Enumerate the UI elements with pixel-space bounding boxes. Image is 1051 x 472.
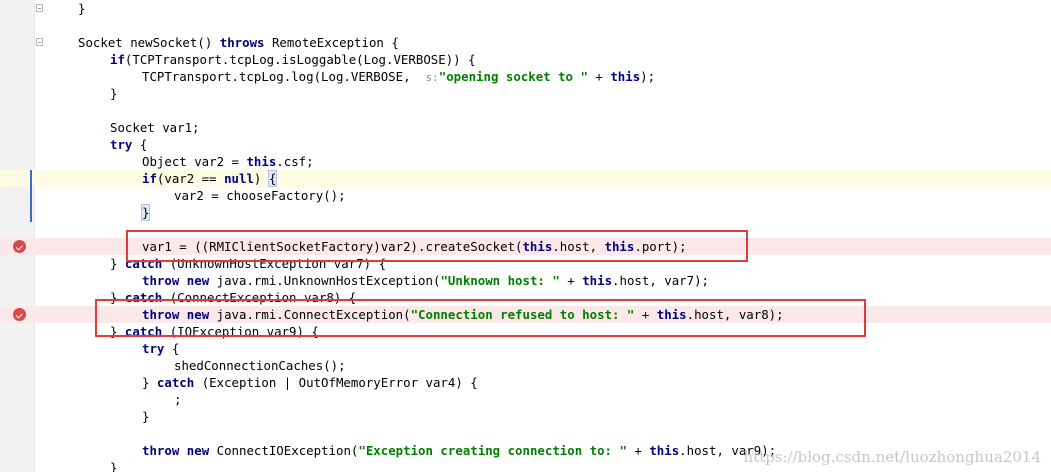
code-text: try { [110, 136, 147, 153]
code-line[interactable]: try { [0, 136, 1051, 153]
keyword-token: if [110, 52, 125, 67]
code-token: ); [640, 69, 656, 84]
breakpoint-icon[interactable] [13, 240, 26, 253]
matched-brace: { [267, 170, 278, 187]
code-token: shedConnectionCaches(); [174, 358, 346, 373]
code-line[interactable]: TCPTransport.tcpLog.log(Log.VERBOSE, s:"… [0, 68, 1051, 85]
code-token: java.rmi.UnknownHostException( [209, 273, 441, 288]
code-text: Object var2 = this.csf; [142, 153, 314, 170]
code-line[interactable]: } [0, 408, 1051, 425]
code-line[interactable]: } catch (Exception | OutOfMemoryError va… [0, 374, 1051, 391]
code-token: RemoteException { [264, 35, 399, 50]
keyword-token: this [649, 443, 680, 458]
code-token: .host, var7); [612, 273, 710, 288]
keyword-token: catch [156, 375, 195, 390]
string-token: "Exception creating connection to: " [358, 443, 627, 458]
code-token: } [78, 1, 86, 16]
code-token: (Exception | OutOfMemoryError var4) { [194, 375, 478, 390]
code-text: } [110, 459, 117, 472]
code-text: if(var2 == null) { [142, 170, 278, 187]
code-line[interactable]: } [0, 85, 1051, 102]
matched-brace: } [140, 204, 151, 221]
code-text: TCPTransport.tcpLog.log(Log.VERBOSE, s:"… [142, 68, 655, 86]
code-token: (TCPTransport.tcpLog.isLoggable(Log.VERB… [124, 52, 476, 67]
code-token: } [142, 375, 157, 390]
code-text: } catch (Exception | OutOfMemoryError va… [142, 374, 478, 391]
keyword-token: throw [142, 443, 180, 458]
code-line[interactable]: if(TCPTransport.tcpLog.isLoggable(Log.VE… [0, 51, 1051, 68]
code-line[interactable] [0, 17, 1051, 34]
code-text: shedConnectionCaches(); [174, 357, 346, 374]
code-token: (var2 == [156, 171, 225, 186]
code-token: } [110, 460, 118, 472]
code-token: + [626, 443, 650, 458]
keyword-token: try [142, 341, 165, 356]
keyword-token: null [224, 171, 254, 186]
code-text: } [78, 0, 85, 17]
code-line[interactable]: throw new java.rmi.UnknownHostException(… [0, 272, 1051, 289]
code-token: } [142, 409, 150, 424]
code-text: throw new ConnectIOException("Exception … [142, 442, 776, 459]
code-line[interactable]: Socket newSocket() throws RemoteExceptio… [0, 34, 1051, 51]
keyword-token: new [186, 443, 210, 458]
parameter-hint: s: [425, 71, 439, 84]
fold-icon[interactable] [36, 38, 43, 46]
code-editor[interactable]: } Socket newSocket() throws RemoteExcepti… [0, 0, 1051, 472]
keyword-token: this [582, 273, 613, 288]
code-token: Socket newSocket() [78, 35, 220, 50]
breakpoint-icon[interactable] [13, 308, 26, 321]
code-line[interactable]: shedConnectionCaches(); [0, 357, 1051, 374]
keyword-token: if [142, 171, 157, 186]
code-line[interactable] [0, 102, 1051, 119]
code-token: } [110, 256, 125, 271]
code-line[interactable]: Object var2 = this.csf; [0, 153, 1051, 170]
code-text: } [142, 408, 149, 425]
code-text: ; [174, 391, 181, 408]
code-token: Object var2 = [142, 154, 247, 169]
code-text: Socket newSocket() throws RemoteExceptio… [78, 34, 399, 51]
watermark-text: https://blog.csdn.net/luozhonghua2014 [743, 448, 1041, 466]
code-line[interactable]: } [0, 0, 1051, 17]
keyword-token: throw [142, 273, 180, 288]
code-token: } [110, 86, 118, 101]
keyword-token: this [610, 69, 641, 84]
code-line[interactable]: var2 = chooseFactory(); [0, 187, 1051, 204]
string-token: "Unknown host: " [440, 273, 560, 288]
highlight-box-connectexception [95, 299, 866, 337]
code-text: Socket var1; [110, 119, 200, 136]
change-marker [30, 170, 32, 222]
fold-icon[interactable] [36, 4, 43, 12]
code-line-current[interactable]: if(var2 == null) { [0, 170, 1051, 187]
code-token: ) [253, 171, 269, 186]
code-token: { [132, 137, 148, 152]
code-token: ; [174, 392, 182, 407]
code-line[interactable]: ; [0, 391, 1051, 408]
code-text: if(TCPTransport.tcpLog.isLoggable(Log.VE… [110, 51, 476, 68]
keyword-token: this [246, 154, 277, 169]
code-token: .csf; [276, 154, 314, 169]
code-line[interactable]: try { [0, 340, 1051, 357]
code-line[interactable]: } [0, 204, 1051, 221]
code-token: + [587, 69, 611, 84]
code-token: var2 = chooseFactory(); [174, 188, 346, 203]
code-token: ConnectIOException( [209, 443, 359, 458]
code-text: } [110, 85, 117, 102]
code-text: throw new java.rmi.UnknownHostException(… [142, 272, 709, 289]
code-text: try { [142, 340, 179, 357]
code-line[interactable] [0, 425, 1051, 442]
code-token: TCPTransport.tcpLog.log(Log.VERBOSE, [142, 69, 426, 84]
code-token: + [559, 273, 583, 288]
keyword-token: throws [219, 35, 265, 50]
string-token: "opening socket to " [438, 69, 588, 84]
code-line[interactable]: Socket var1; [0, 119, 1051, 136]
keyword-token: try [110, 137, 133, 152]
code-token: Socket var1; [110, 120, 200, 135]
code-text: var2 = chooseFactory(); [174, 187, 346, 204]
code-token: { [164, 341, 180, 356]
code-text: } [140, 204, 151, 221]
keyword-token: new [186, 273, 210, 288]
highlight-box-createsocket [126, 230, 748, 262]
